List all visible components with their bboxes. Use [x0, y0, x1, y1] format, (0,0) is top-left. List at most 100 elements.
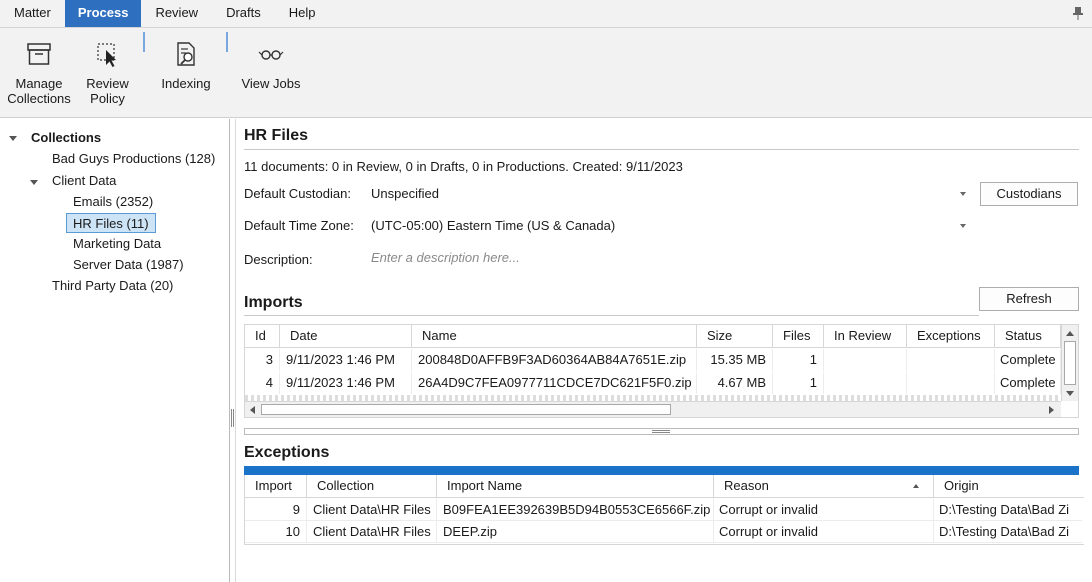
tree-item-emails[interactable]: Emails (2352)	[73, 192, 153, 212]
cell-exceptions	[907, 372, 995, 394]
column-header-in-review[interactable]: In Review	[824, 325, 907, 348]
splitter-grip[interactable]	[231, 409, 234, 427]
description-input[interactable]: Enter a description here...	[371, 250, 1071, 268]
manage-collections-label-1: Manage	[15, 76, 63, 91]
horizontal-scrollbar[interactable]	[245, 401, 1061, 417]
tree-item-third-party-data[interactable]: Third Party Data (20)	[52, 276, 173, 296]
chevron-down-icon[interactable]	[960, 192, 966, 196]
custodian-label: Default Custodian:	[244, 186, 351, 201]
collapse-arrow-icon[interactable]	[9, 136, 17, 141]
tree-root-collections[interactable]: Collections	[31, 128, 101, 148]
column-header-name[interactable]: Name	[412, 325, 697, 348]
collections-tree: Collections Bad Guys Productions (128) C…	[0, 119, 229, 582]
chevron-down-icon[interactable]	[960, 224, 966, 228]
imports-title: Imports	[244, 294, 303, 311]
menu-tab-help[interactable]: Help	[275, 0, 330, 27]
timezone-dropdown[interactable]: (UTC-05:00) Eastern Time (US & Canada)	[371, 218, 968, 236]
cursor-select-icon	[96, 43, 116, 67]
cell-reason: Corrupt or invalid	[714, 499, 934, 521]
manage-collections-label-2: Collections	[7, 91, 71, 106]
column-header-files[interactable]: Files	[773, 325, 824, 348]
sort-ascending-icon[interactable]	[913, 484, 919, 488]
scroll-thumb[interactable]	[1064, 341, 1076, 385]
column-header-import[interactable]: Import	[245, 475, 307, 498]
tree-item-server-data[interactable]: Server Data (1987)	[73, 255, 184, 275]
vertical-splitter[interactable]	[229, 119, 236, 582]
scroll-up-icon[interactable]	[1066, 331, 1074, 336]
column-header-date[interactable]: Date	[280, 325, 412, 348]
column-header-origin[interactable]: Origin	[934, 475, 1084, 498]
cell-import: 9	[245, 499, 307, 521]
horizontal-splitter[interactable]	[244, 428, 1079, 435]
column-header-exceptions[interactable]: Exceptions	[907, 325, 995, 348]
custodians-button[interactable]: Custodians	[980, 182, 1078, 206]
cell-date: 9/11/2023 1:46 PM	[280, 349, 412, 371]
tree-item-marketing-data[interactable]: Marketing Data	[73, 234, 161, 254]
menu-tab-matter[interactable]: Matter	[0, 0, 65, 27]
indexing-label: Indexing	[161, 76, 211, 91]
tree-item-bad-guys-productions[interactable]: Bad Guys Productions (128)	[52, 149, 215, 169]
menu-tab-review[interactable]: Review	[141, 0, 212, 27]
imports-table: Id Date Name Size Files In Review Except…	[244, 324, 1079, 418]
column-header-size[interactable]: Size	[697, 325, 773, 348]
cell-status: Complete	[995, 372, 1061, 394]
column-header-status[interactable]: Status	[995, 325, 1061, 348]
scroll-thumb[interactable]	[261, 404, 671, 415]
document-search-icon	[177, 42, 195, 66]
custodian-dropdown[interactable]: Unspecified	[371, 186, 968, 204]
cell-origin: D:\Testing Data\Bad Zi	[934, 521, 1082, 543]
cell-files: 1	[773, 349, 824, 371]
menu-tab-process[interactable]: Process	[64, 0, 142, 27]
column-header-collection[interactable]: Collection	[307, 475, 437, 498]
cell-import: 10	[245, 521, 307, 543]
cell-in-review	[824, 349, 907, 371]
custodian-value: Unspecified	[371, 186, 439, 201]
cell-reason: Corrupt or invalid	[714, 521, 934, 543]
tree-item-client-data[interactable]: Client Data	[52, 171, 116, 191]
column-header-reason[interactable]: Reason	[714, 475, 934, 498]
column-header-import-name[interactable]: Import Name	[437, 475, 714, 498]
cell-collection: Client Data\HR Files	[307, 521, 437, 543]
cell-files: 1	[773, 372, 824, 394]
scroll-down-icon[interactable]	[1066, 391, 1074, 396]
cell-in-review	[824, 372, 907, 394]
cell-import-name: DEEP.zip	[437, 521, 714, 543]
indexing-button[interactable]: Indexing	[155, 28, 217, 118]
column-header-id[interactable]: Id	[245, 325, 280, 348]
collapse-arrow-icon[interactable]	[30, 180, 38, 185]
ribbon: Manage Collections Review Policy Indexin…	[0, 28, 1092, 118]
cell-name: 200848D0AFFB9F3AD60364AB84A7651E.zip	[412, 349, 697, 371]
vertical-scrollbar[interactable]	[1061, 325, 1078, 401]
exceptions-table: Import Collection Import Name Reason Ori…	[244, 475, 1084, 545]
tree-item-hr-files[interactable]: HR Files (11)	[66, 213, 156, 233]
collection-title: HR Files	[244, 127, 309, 144]
cell-name: 26A4D9C7FEA0977711CDCE7DC621F5F0.zip	[412, 372, 697, 394]
refresh-button[interactable]: Refresh	[979, 287, 1079, 311]
scroll-right-icon[interactable]	[1049, 406, 1054, 414]
progress-bar	[244, 466, 1079, 475]
exceptions-title: Exceptions	[244, 444, 330, 461]
review-policy-label-2: Policy	[90, 91, 125, 106]
cell-size: 4.67 MB	[697, 372, 773, 394]
archive-box-icon	[27, 43, 51, 65]
menu-bar: Matter Process Review Drafts Help	[0, 0, 1092, 28]
ribbon-separator	[143, 32, 145, 52]
menu-tab-drafts[interactable]: Drafts	[212, 0, 275, 27]
manage-collections-button[interactable]: Manage Collections	[4, 28, 74, 118]
cell-size: 15.35 MB	[697, 349, 773, 371]
pin-icon[interactable]	[1072, 6, 1084, 20]
review-policy-button[interactable]: Review Policy	[80, 28, 135, 118]
collection-summary: 11 documents: 0 in Review, 0 in Drafts, …	[244, 159, 683, 174]
review-policy-label-1: Review	[86, 76, 129, 91]
cell-status: Complete	[995, 349, 1061, 371]
view-jobs-button[interactable]: View Jobs	[238, 28, 304, 118]
cell-date: 9/11/2023 1:46 PM	[280, 372, 412, 394]
divider	[244, 149, 1079, 150]
description-label: Description:	[244, 252, 313, 267]
timezone-value: (UTC-05:00) Eastern Time (US & Canada)	[371, 218, 616, 233]
cell-id: 4	[245, 372, 280, 394]
timezone-label: Default Time Zone:	[244, 218, 354, 233]
splitter-grip[interactable]	[652, 430, 670, 433]
cell-origin: D:\Testing Data\Bad Zi	[934, 499, 1082, 521]
scroll-left-icon[interactable]	[250, 406, 255, 414]
